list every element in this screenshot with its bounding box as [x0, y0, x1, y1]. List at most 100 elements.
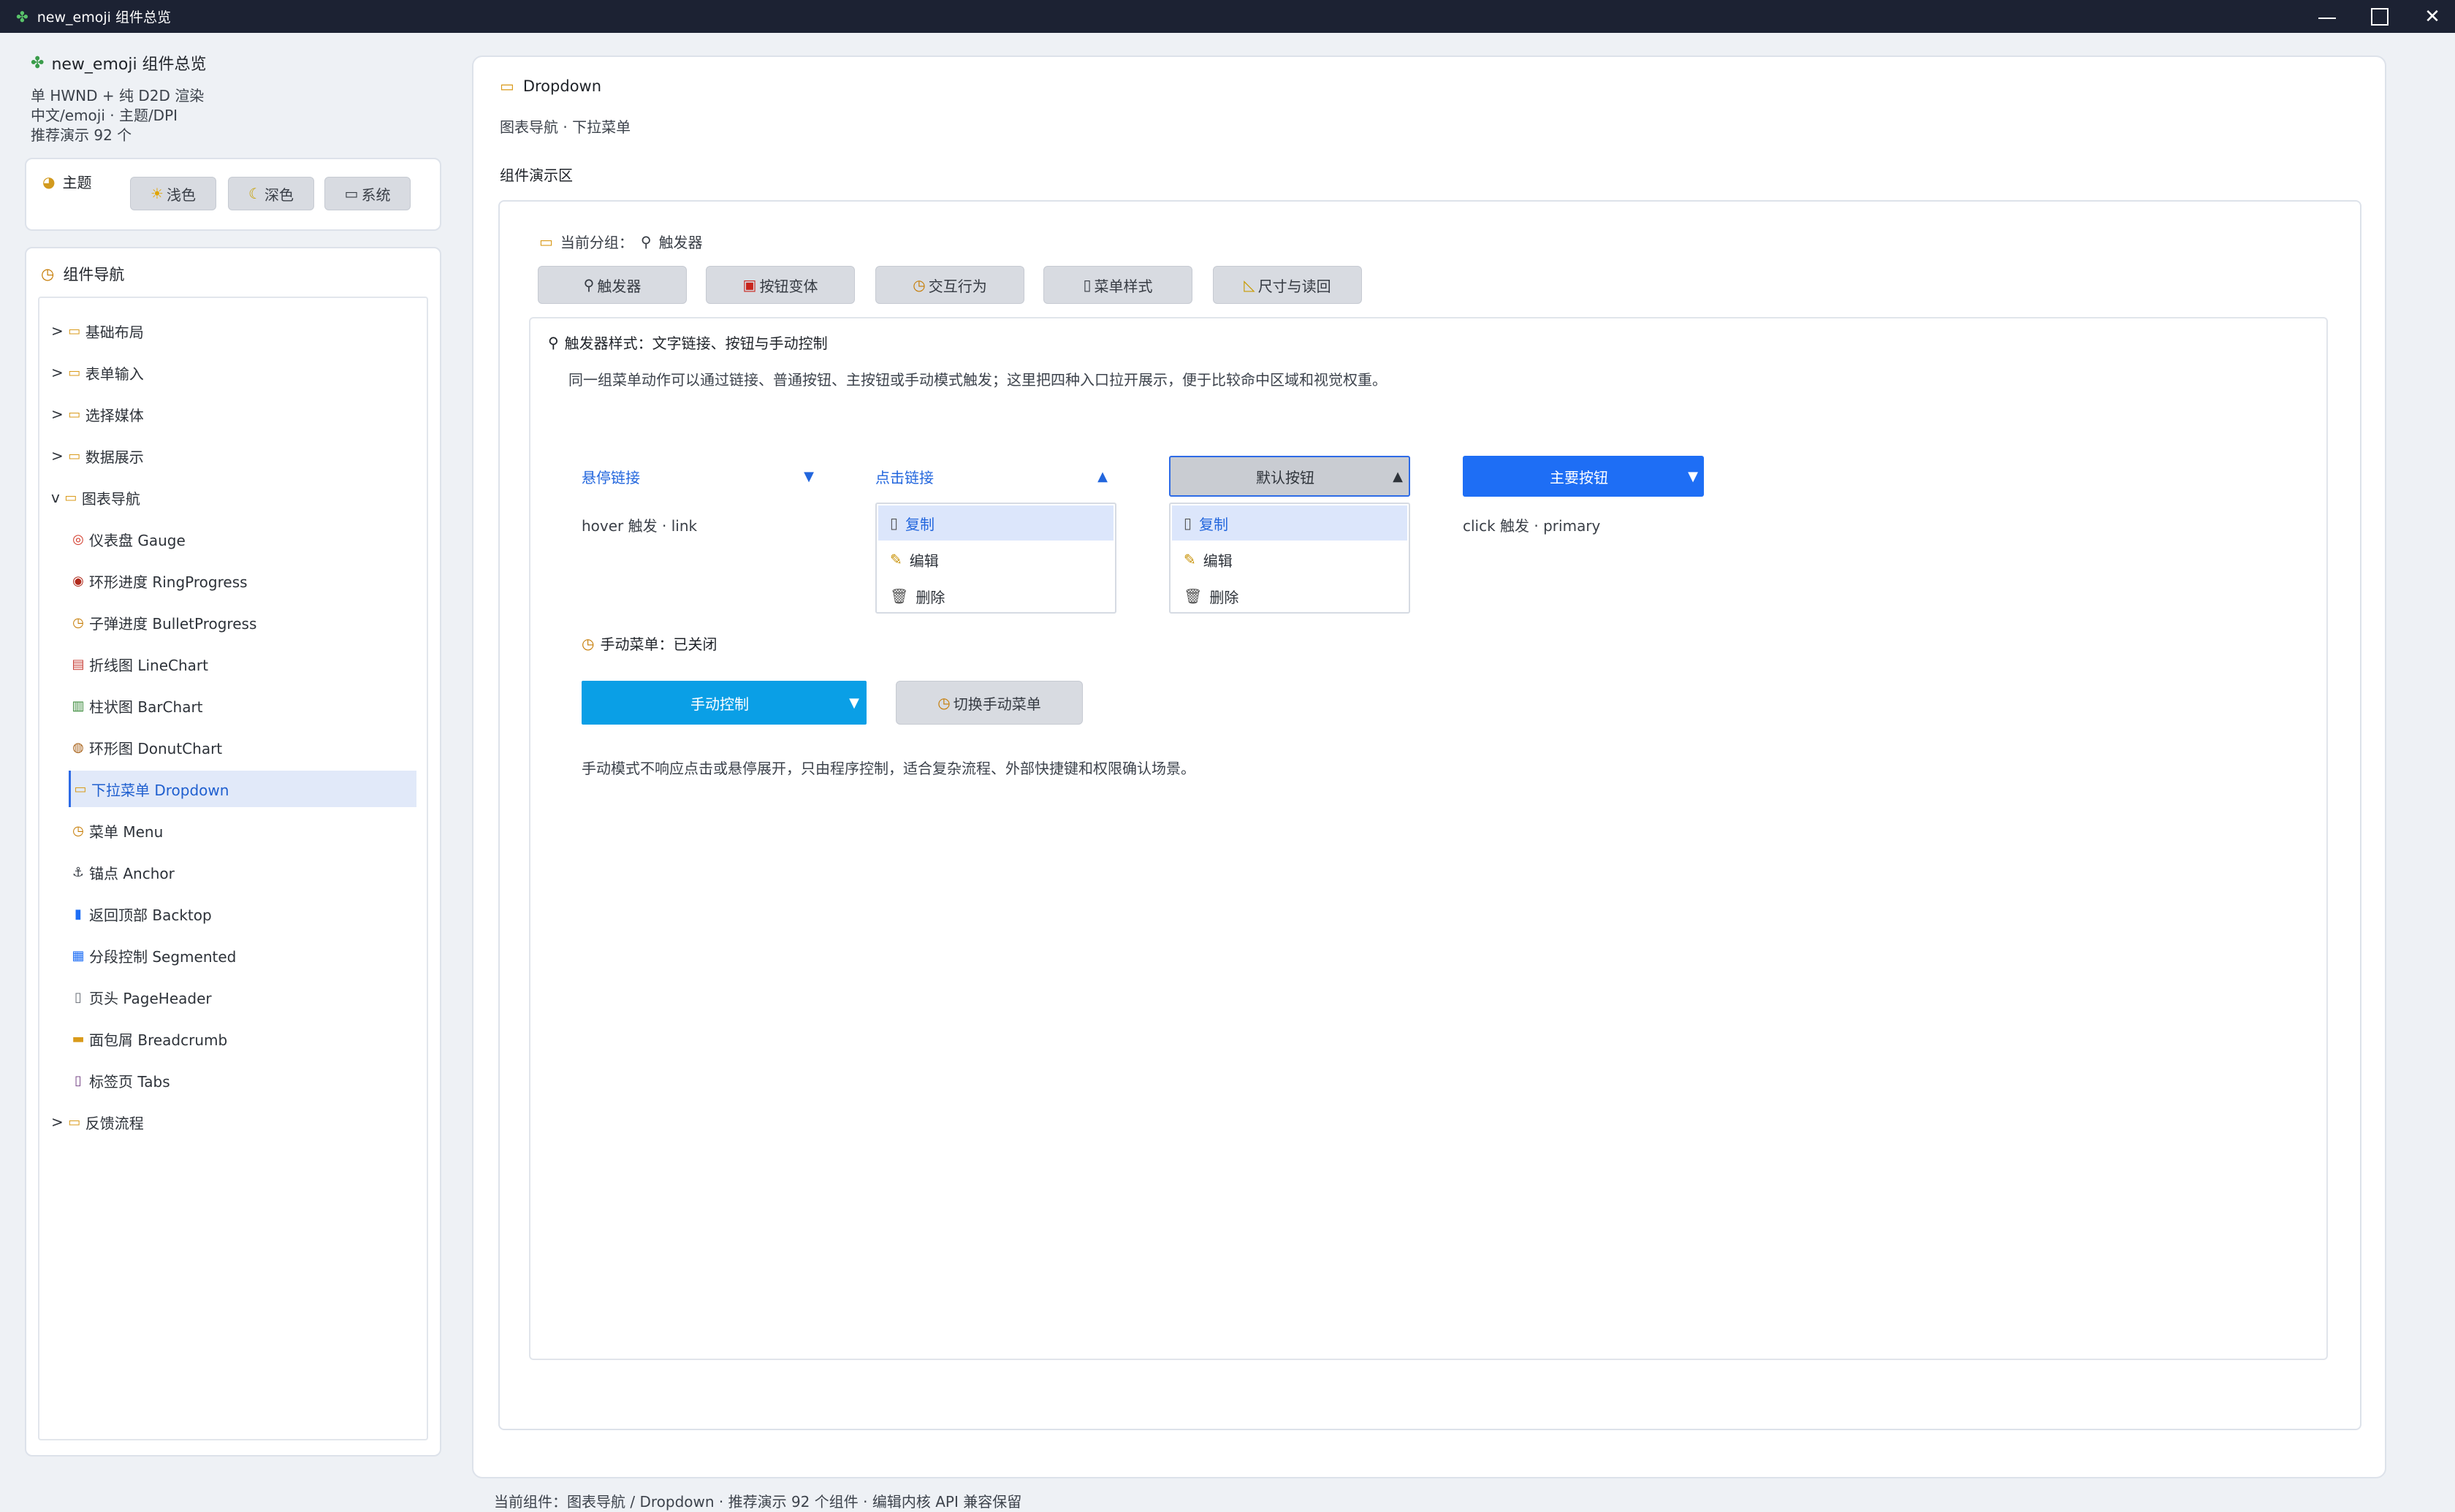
primary-button-hint: click 触发 · primary: [1463, 517, 1601, 535]
trigger-label: 手动控制: [690, 695, 749, 713]
trigger-label: 点击链接: [875, 468, 934, 486]
line-chart-icon: ▤: [72, 656, 85, 672]
nav-group-data-display[interactable]: > ▭ 数据展示: [51, 438, 416, 474]
nav-item-bar-chart[interactable]: ▥ 柱状图 BarChart: [69, 687, 416, 724]
moon-icon: ☾: [248, 185, 262, 202]
trash-icon: 🗑: [890, 587, 909, 605]
document-icon: ▯: [1184, 514, 1192, 532]
clover-icon: ✤: [16, 7, 28, 26]
nav-item-bullet-progress[interactable]: ◷ 子弹进度 BulletProgress: [69, 604, 416, 641]
nav-item-label: 返回顶部 Backtop: [89, 906, 212, 924]
group-button-variants[interactable]: ▣ 按钮变体: [706, 266, 855, 304]
expand-toggle[interactable]: v: [51, 489, 60, 506]
nav-item-breadcrumb[interactable]: ▬ 面包屑 Breadcrumb: [69, 1020, 416, 1057]
expand-toggle[interactable]: >: [51, 1113, 64, 1131]
minimize-button[interactable]: [2302, 0, 2353, 33]
menu-item-label: 删除: [916, 588, 945, 606]
expand-toggle[interactable]: >: [51, 364, 64, 381]
nav-group-chart-nav[interactable]: v ▭ 图表导航: [51, 479, 416, 516]
group-button-interaction[interactable]: ◷ 交互行为: [875, 266, 1024, 304]
caret-down-icon: ▼: [849, 695, 859, 711]
group-button-label: 尺寸与读回: [1257, 277, 1331, 295]
maximize-icon: [2371, 7, 2389, 26]
app-name: new_emoji 组件总览: [51, 56, 207, 74]
up-arrow-icon: ▮: [75, 906, 82, 922]
menu-item-edit[interactable]: ✎ 编辑: [1172, 542, 1407, 577]
maximize-button[interactable]: [2354, 0, 2405, 33]
theme-label: 主题: [62, 174, 92, 191]
nav-item-anchor[interactable]: ⚓ 锚点 Anchor: [69, 854, 416, 890]
theme-system-button[interactable]: ▭ 系统: [324, 177, 411, 210]
donut-icon: ◍: [72, 739, 84, 755]
expand-toggle[interactable]: >: [51, 405, 64, 423]
group-button-label: 交互行为: [928, 277, 987, 295]
theme-dark-button[interactable]: ☾ 深色: [228, 177, 314, 210]
menu-item-copy[interactable]: ▯ 复制: [1172, 505, 1407, 541]
toggle-manual-menu-button[interactable]: ◷ 切换手动菜单: [896, 681, 1083, 725]
nav-item-donut-chart[interactable]: ◍ 环形图 DonutChart: [69, 729, 416, 765]
nav-item-gauge[interactable]: ◎ 仪表盘 Gauge: [69, 521, 416, 557]
nav-item-label: 环形图 DonutChart: [89, 739, 223, 757]
theme-light-button[interactable]: ☀ 浅色: [130, 177, 216, 210]
bar-chart-icon: ▥: [72, 698, 85, 714]
bread-icon: ▬: [72, 1031, 85, 1047]
compass-icon: ◷: [41, 265, 55, 283]
menu-item-label: 复制: [1199, 515, 1229, 533]
page-title: Dropdown: [522, 77, 602, 95]
nav-tree[interactable]: > ▭ 基础布局 > ▭ 表单输入 > ▭ 选择媒体 > ▭ 数据展示 v ▭ …: [38, 297, 428, 1440]
tag-icon: ⚲: [583, 276, 595, 294]
nav-item-ring-progress[interactable]: ◉ 环形进度 RingProgress: [69, 562, 416, 599]
palette-icon: ◕: [42, 172, 56, 191]
nav-item-backtop[interactable]: ▮ 返回顶部 Backtop: [69, 896, 416, 932]
theme-button-label: 系统: [361, 186, 391, 204]
menu-item-label: 删除: [1209, 588, 1239, 606]
trigger-label: 主要按钮: [1550, 468, 1608, 486]
folder-icon: ▭: [64, 489, 77, 505]
toggle-button-label: 切换手动菜单: [953, 695, 1041, 713]
nav-group-feedback[interactable]: > ▭ 反馈流程: [51, 1104, 416, 1140]
laptop-icon: ▭: [344, 185, 359, 202]
close-button[interactable]: ✕: [2407, 0, 2455, 33]
pencil-icon: ✎: [890, 551, 902, 568]
folder-icon: ▭: [68, 323, 81, 339]
nav-item-label: 仪表盘 Gauge: [89, 531, 186, 549]
nav-group-basic-layout[interactable]: > ▭ 基础布局: [51, 313, 416, 349]
current-group-label: 当前分组：: [560, 234, 633, 251]
hover-link-trigger[interactable]: 悬停链接 ▼: [582, 456, 823, 497]
nav-item-label: 面包屑 Breadcrumb: [89, 1031, 228, 1049]
menu-item-delete[interactable]: 🗑 删除: [1172, 579, 1407, 614]
nav-item-label: 页头 PageHeader: [89, 989, 212, 1007]
nav-item-label: 选择媒体: [85, 406, 144, 424]
nav-item-page-header[interactable]: ▯ 页头 PageHeader: [69, 979, 416, 1015]
document-icon: ▯: [890, 514, 899, 532]
demo-area: ▭ 当前分组： ⚲ 触发器 ⚲ 触发器 ▣ 按钮变体 ◷ 交互行为 ▯ 菜单样式…: [498, 200, 2361, 1430]
group-button-trigger[interactable]: ⚲ 触发器: [538, 266, 687, 304]
menu-item-edit[interactable]: ✎ 编辑: [878, 542, 1114, 577]
folder-icon: ▭: [500, 77, 514, 95]
compass-icon: ◷: [582, 634, 595, 652]
nav-group-select-media[interactable]: > ▭ 选择媒体: [51, 396, 416, 432]
nav-title: 组件导航: [63, 266, 125, 283]
clover-icon: ✤: [31, 53, 45, 72]
manual-control-trigger[interactable]: 手动控制 ▼: [582, 681, 867, 725]
click-link-menu: ▯ 复制 ✎ 编辑 🗑 删除: [875, 503, 1116, 614]
primary-button-trigger[interactable]: 主要按钮 ▼: [1463, 456, 1704, 497]
nav-item-tabs[interactable]: ▯ 标签页 Tabs: [69, 1062, 416, 1099]
nav-item-line-chart[interactable]: ▤ 折线图 LineChart: [69, 646, 416, 682]
info-line: 中文/emoji · 主题/DPI: [31, 107, 178, 124]
default-button-trigger[interactable]: 默认按钮 ▲: [1169, 456, 1410, 497]
nav-group-form-input[interactable]: > ▭ 表单输入: [51, 354, 416, 391]
nav-item-segmented[interactable]: ▦ 分段控制 Segmented: [69, 937, 416, 974]
click-link-trigger[interactable]: 点击链接 ▲: [875, 456, 1116, 497]
expand-toggle[interactable]: >: [51, 322, 64, 340]
menu-item-delete[interactable]: 🗑 删除: [878, 579, 1114, 614]
group-button-menu-style[interactable]: ▯ 菜单样式: [1043, 266, 1192, 304]
nav-item-menu[interactable]: ◷ 菜单 Menu: [69, 812, 416, 849]
menu-item-copy[interactable]: ▯ 复制: [878, 505, 1114, 541]
folder-icon: ▭: [68, 364, 81, 381]
group-button-size-readback[interactable]: ◺ 尺寸与读回: [1213, 266, 1362, 304]
group-button-label: 按钮变体: [759, 277, 818, 295]
compass-icon: ◷: [937, 694, 951, 711]
nav-item-dropdown[interactable]: ▭ 下拉菜单 Dropdown: [69, 771, 416, 807]
expand-toggle[interactable]: >: [51, 447, 64, 465]
